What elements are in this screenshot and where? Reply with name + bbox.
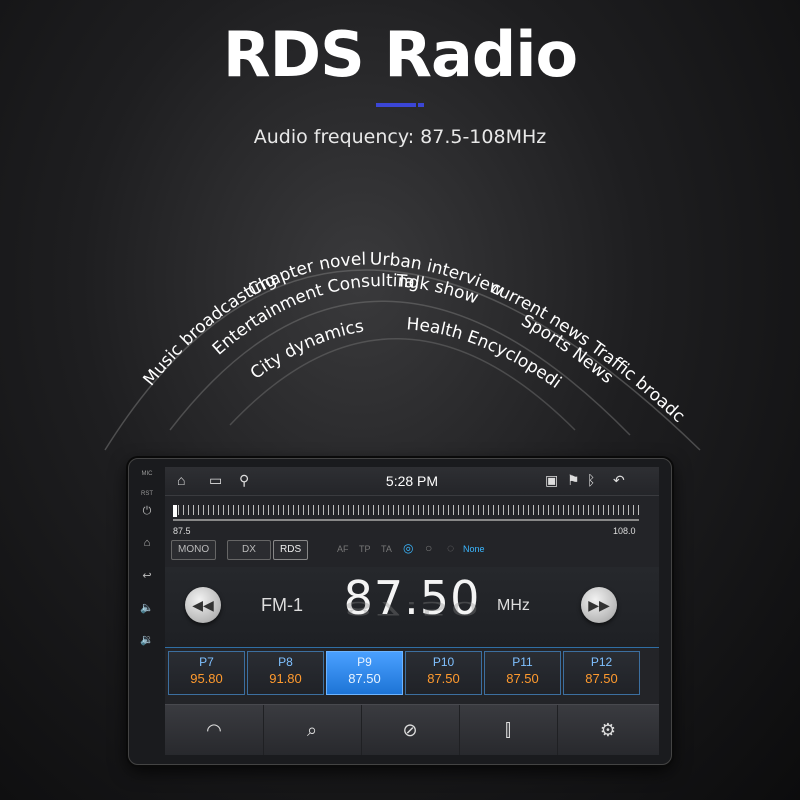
preset-label: P9 xyxy=(357,655,372,669)
back-icon[interactable]: ↩ xyxy=(137,569,157,582)
rds-signal-icon: ◎ xyxy=(403,541,414,555)
preset-label: P12 xyxy=(590,655,613,669)
tuning-marker[interactable] xyxy=(173,505,177,517)
preset-frequency: 87.50 xyxy=(506,671,539,686)
preset-frequency: 87.50 xyxy=(585,671,618,686)
frequency-range-subtitle: Audio frequency: 87.5-108MHz xyxy=(253,126,547,148)
preset-label: P10 xyxy=(432,655,455,669)
search-icon[interactable]: ○ xyxy=(425,541,432,555)
bluetooth-icon: ᛒ xyxy=(587,472,596,488)
accent-bar-short xyxy=(418,103,424,107)
tuning-scale[interactable] xyxy=(173,501,639,519)
program-arcs: Music broadcasting Chapter novel Urban i… xyxy=(0,150,701,451)
preset-bar: P7 95.80 P8 91.80 P9 87.50 P10 87.50 P11 87.50 P12… xyxy=(165,651,659,697)
preset-frequency: 87.50 xyxy=(427,671,460,686)
preset-frequency: 87.50 xyxy=(348,671,381,686)
preset-button[interactable]: P7 95.80 xyxy=(168,651,245,695)
accent-bar-long xyxy=(376,103,416,107)
mono-button[interactable]: MONO xyxy=(171,540,217,560)
af-flag: AF xyxy=(337,544,349,554)
volume-down-icon[interactable]: 🔉 xyxy=(137,633,157,646)
dx-button[interactable]: DX xyxy=(227,540,271,560)
back-icon[interactable]: ↶ xyxy=(613,472,625,489)
preset-button[interactable]: P9 87.50 xyxy=(326,651,403,695)
preset-label: P8 xyxy=(278,655,293,669)
radio-screen: ⌂ ▭ ⚲ 5:28 PM ▣ ⚑ ᛒ ↶ 87.5 108.0 MONO DX… xyxy=(165,467,659,755)
preset-label: P11 xyxy=(512,655,533,669)
head-unit-device: MIC RST ⏻ ⌂ ↩ 🔈 🔉 ⌂ ▭ ⚲ 5:28 PM ▣ ⚑ ᛒ ↶ … xyxy=(128,458,672,765)
title-accent-bar xyxy=(376,103,424,107)
volume-up-icon[interactable]: 🔈 xyxy=(137,601,157,614)
tp-flag: TP xyxy=(359,544,371,554)
scan-icon[interactable]: ⊘ xyxy=(361,705,460,755)
preset-button[interactable]: P12 87.50 xyxy=(563,651,640,695)
settings-icon[interactable]: ⚙ xyxy=(557,705,659,755)
scan-icon[interactable]: ◌ xyxy=(447,541,454,555)
rds-button[interactable]: RDS xyxy=(273,540,309,560)
frequency-unit: MHz xyxy=(497,597,530,614)
location-icon: ⚑ xyxy=(567,472,580,488)
device-side-buttons: MIC RST ⏻ ⌂ ↩ 🔈 🔉 xyxy=(129,459,165,764)
rds-program-name: None xyxy=(463,544,485,554)
search-icon[interactable]: ⌕ xyxy=(263,705,362,755)
tuner-max-label: 108.0 xyxy=(613,526,636,536)
equalizer-icon[interactable]: ⫿ xyxy=(459,705,558,755)
status-bar: ⌂ ▭ ⚲ 5:28 PM ▣ ⚑ ᛒ ↶ xyxy=(165,467,659,496)
page-title: RDS Radio xyxy=(222,18,578,91)
rds-signal-icon[interactable]: ◠ xyxy=(165,705,264,755)
ta-flag: TA xyxy=(381,544,392,554)
bottom-toolbar: ◠ ⌕ ⊘ ⫿ ⚙ xyxy=(165,704,659,755)
preset-frequency: 91.80 xyxy=(269,671,302,686)
cast-icon: ▣ xyxy=(545,472,559,488)
preset-button[interactable]: P11 87.50 xyxy=(484,651,561,695)
home-icon[interactable]: ⌂ xyxy=(137,537,157,549)
preset-button[interactable]: P8 91.80 xyxy=(247,651,324,695)
power-icon[interactable]: ⏻ xyxy=(137,505,157,518)
preset-frequency: 95.80 xyxy=(190,671,223,686)
tuner-min-label: 87.5 xyxy=(173,526,191,536)
tuning-scale-baseline xyxy=(173,519,639,521)
radio-options-row: MONO DX RDS AF TP TA ◎ ○ ◌ None xyxy=(165,540,659,560)
reset-button[interactable]: RST xyxy=(137,491,157,497)
preset-button[interactable]: P10 87.50 xyxy=(405,651,482,695)
preset-label: P7 xyxy=(199,655,214,669)
mic-label: MIC xyxy=(141,471,153,477)
status-time: 5:28 PM xyxy=(385,473,439,489)
seek-forward-button[interactable]: ▶▶ xyxy=(581,587,617,623)
frequency-display: ◀◀ FM-1 87.50 87.50 MHz ▶▶ xyxy=(165,567,659,648)
